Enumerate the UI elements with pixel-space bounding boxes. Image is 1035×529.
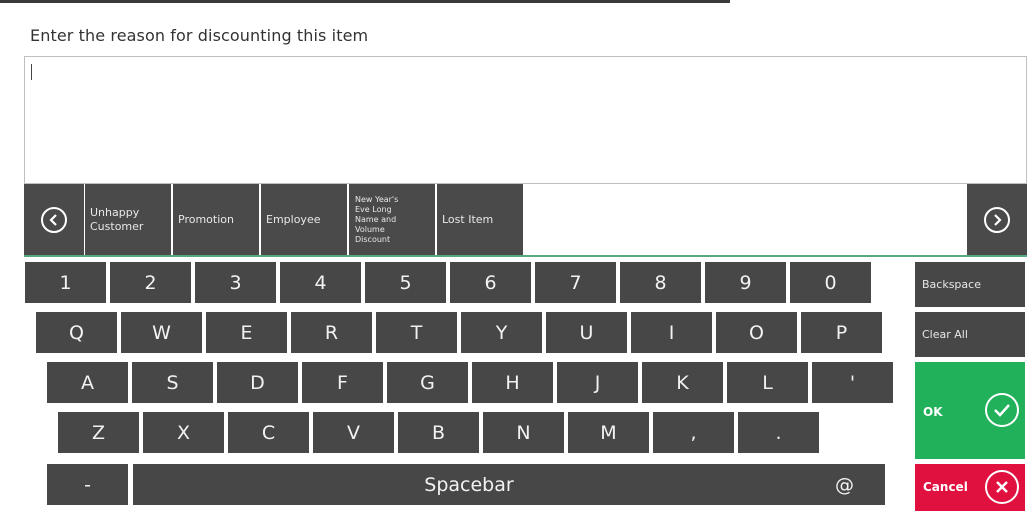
key-v[interactable]: V	[313, 412, 394, 453]
key-c[interactable]: C	[228, 412, 309, 453]
reason-label: Promotion	[178, 212, 234, 226]
key-apostrophe[interactable]: '	[812, 362, 893, 403]
divider-line	[24, 255, 1027, 257]
cancel-button[interactable]: Cancel	[915, 464, 1025, 511]
reason-label: Unhappy Customer	[90, 205, 144, 233]
top-strip-bar	[0, 0, 730, 3]
key-r[interactable]: R	[291, 312, 372, 353]
spacebar-key[interactable]: Spacebar	[133, 464, 805, 505]
reason-new-years-eve[interactable]: New Year's Eve Long Name and Volume Disc…	[349, 184, 435, 255]
key-f[interactable]: F	[302, 362, 383, 403]
key-d[interactable]: D	[217, 362, 298, 403]
text-caret	[31, 64, 32, 80]
key-2[interactable]: 2	[110, 262, 191, 303]
backspace-label: Backspace	[922, 278, 981, 291]
key-6[interactable]: 6	[450, 262, 531, 303]
cancel-label: Cancel	[923, 480, 968, 494]
chevron-right-circle-icon	[984, 206, 1010, 233]
key-5[interactable]: 5	[365, 262, 446, 303]
key-m[interactable]: M	[568, 412, 649, 453]
key-a[interactable]: A	[47, 362, 128, 403]
reason-bar: Unhappy Customer Promotion Employee New …	[24, 184, 1027, 255]
reason-label: New Year's Eve Long Name and Volume Disc…	[355, 194, 399, 244]
key-9[interactable]: 9	[705, 262, 786, 303]
key-4[interactable]: 4	[280, 262, 361, 303]
key-t[interactable]: T	[376, 312, 457, 353]
key-z[interactable]: Z	[58, 412, 139, 453]
ok-button[interactable]: OK	[915, 362, 1025, 459]
key-s[interactable]: S	[132, 362, 213, 403]
reason-unhappy-customer[interactable]: Unhappy Customer	[85, 184, 171, 255]
key-n[interactable]: N	[483, 412, 564, 453]
check-circle-icon	[985, 393, 1019, 427]
chevron-left-circle-icon	[41, 206, 67, 233]
top-strip	[0, 0, 1035, 6]
key-j[interactable]: J	[557, 362, 638, 403]
prompt-label: Enter the reason for discounting this it…	[30, 26, 369, 45]
reason-lost-item[interactable]: Lost Item	[437, 184, 523, 255]
key-b[interactable]: B	[398, 412, 479, 453]
key-k[interactable]: K	[642, 362, 723, 403]
key-8[interactable]: 8	[620, 262, 701, 303]
key-y[interactable]: Y	[461, 312, 542, 353]
key-7[interactable]: 7	[535, 262, 616, 303]
key-p[interactable]: P	[801, 312, 882, 353]
key-dash[interactable]: -	[47, 464, 128, 505]
prev-reasons-button[interactable]	[24, 184, 84, 255]
reason-label: Lost Item	[442, 212, 494, 226]
key-period[interactable]: .	[738, 412, 819, 453]
key-g[interactable]: G	[387, 362, 468, 403]
key-comma[interactable]: ,	[653, 412, 734, 453]
ok-label: OK	[923, 405, 943, 419]
key-x[interactable]: X	[143, 412, 224, 453]
clear-all-label: Clear All	[922, 328, 968, 341]
key-w[interactable]: W	[121, 312, 202, 353]
key-u[interactable]: U	[546, 312, 627, 353]
key-i[interactable]: I	[631, 312, 712, 353]
key-q[interactable]: Q	[36, 312, 117, 353]
x-circle-icon	[985, 470, 1019, 504]
key-o[interactable]: O	[716, 312, 797, 353]
key-l[interactable]: L	[727, 362, 808, 403]
key-h[interactable]: H	[472, 362, 553, 403]
key-0[interactable]: 0	[790, 262, 871, 303]
reason-label: Employee	[266, 212, 321, 226]
reason-promotion[interactable]: Promotion	[173, 184, 259, 255]
key-e[interactable]: E	[206, 312, 287, 353]
backspace-button[interactable]: Backspace	[915, 262, 1025, 307]
key-3[interactable]: 3	[195, 262, 276, 303]
key-1[interactable]: 1	[25, 262, 106, 303]
reason-input[interactable]	[24, 56, 1027, 184]
reason-employee[interactable]: Employee	[261, 184, 347, 255]
clear-all-button[interactable]: Clear All	[915, 312, 1025, 357]
key-at[interactable]: @	[804, 464, 885, 505]
next-reasons-button[interactable]	[967, 184, 1027, 255]
